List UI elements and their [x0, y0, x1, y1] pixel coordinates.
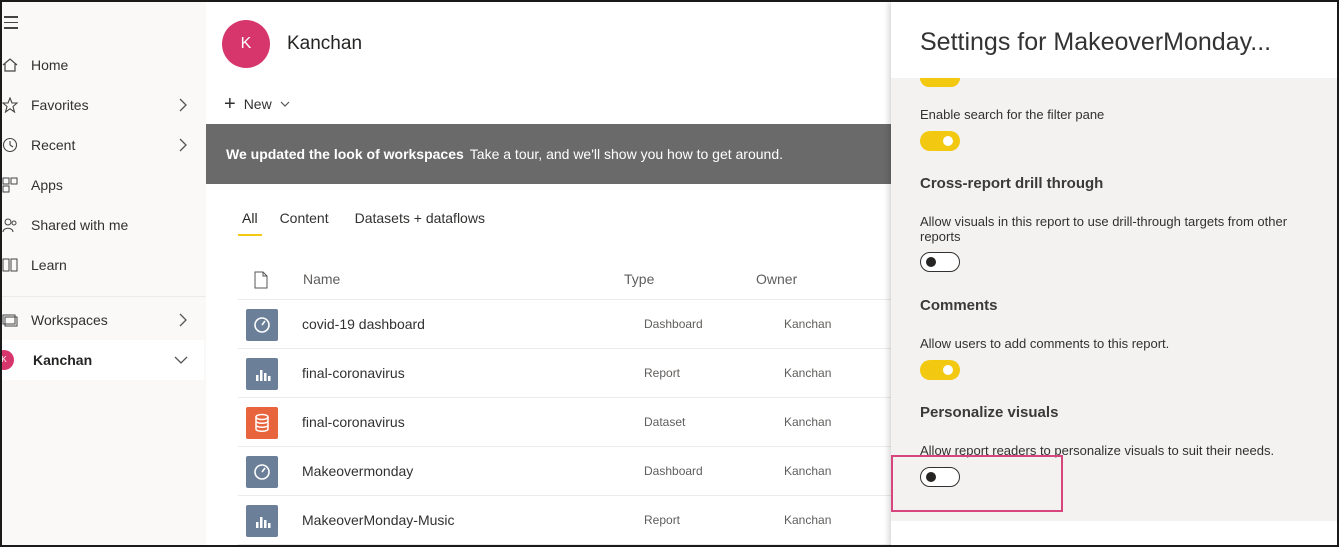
- table-row[interactable]: final-coronavirus Dataset Kanchan: [238, 398, 892, 447]
- avatar: K: [222, 20, 270, 68]
- item-type: Dataset: [644, 415, 686, 429]
- nav-item-label: Recent: [31, 137, 76, 153]
- avatar: K: [2, 350, 14, 370]
- chevron-right-icon[interactable]: [178, 97, 188, 113]
- settings-pane-header: Settings for MakeoverMonday...: [891, 2, 1337, 78]
- new-button-label: New: [243, 96, 272, 112]
- nav-item-label: Kanchan: [33, 352, 93, 368]
- nav-item-home[interactable]: Home: [2, 45, 204, 85]
- comments-toggle[interactable]: [920, 360, 960, 380]
- nav-item-recent[interactable]: Recent: [2, 125, 204, 165]
- item-owner: Kanchan: [784, 415, 832, 429]
- table-row[interactable]: final-coronavirus Report Kanchan: [238, 349, 892, 398]
- chevron-down-icon[interactable]: [174, 352, 188, 368]
- cross-report-heading: Cross-report drill through: [920, 175, 1104, 192]
- report-icon: [246, 358, 278, 390]
- tab-all[interactable]: All: [238, 210, 262, 236]
- settings-pane-footer: [891, 521, 1337, 545]
- item-type: Report: [644, 366, 681, 380]
- nav-item-current-workspace[interactable]: K Kanchan: [2, 340, 204, 380]
- nav-item-label: Home: [31, 57, 69, 73]
- dataset-icon: [246, 407, 278, 439]
- column-header-type[interactable]: Type: [624, 271, 654, 287]
- hamburger-menu-icon[interactable]: [4, 16, 18, 33]
- apps-icon: [2, 177, 18, 193]
- left-navigation: Home Favorites Recent Apps Shared with m…: [2, 2, 206, 545]
- item-type: Dashboard: [644, 317, 703, 331]
- comments-description: Allow users to add comments to this repo…: [920, 336, 1170, 351]
- nav-item-label: Favorites: [31, 97, 89, 113]
- column-header-owner[interactable]: Owner: [756, 271, 797, 287]
- item-owner: Kanchan: [784, 317, 832, 331]
- dashboard-icon: [246, 456, 278, 488]
- new-button[interactable]: + New: [224, 94, 290, 114]
- item-name-link[interactable]: Makeovermonday: [302, 463, 413, 479]
- tab-datasets-dataflows[interactable]: Datasets + dataflows: [355, 210, 485, 236]
- workspace-update-banner[interactable]: We updated the look of workspaces Take a…: [206, 124, 892, 184]
- item-name-link[interactable]: covid-19 dashboard: [302, 316, 425, 332]
- file-type-icon: [254, 271, 268, 289]
- nav-item-label: Learn: [31, 257, 67, 273]
- toggle-knob: [943, 136, 953, 146]
- workspace-content: K Kanchan + New We updated the look of w…: [206, 2, 892, 545]
- shared-icon: [2, 218, 17, 233]
- plus-icon: +: [224, 93, 236, 115]
- nav-item-workspaces[interactable]: Workspaces: [2, 300, 204, 340]
- report-icon: [246, 505, 278, 537]
- item-owner: Kanchan: [784, 513, 832, 527]
- settings-pane-title: Settings for MakeoverMonday...: [920, 28, 1272, 56]
- filter-search-toggle[interactable]: [920, 131, 960, 151]
- filter-search-description: Enable search for the filter pane: [920, 107, 1105, 122]
- book-icon: [2, 258, 18, 272]
- nav-item-label: Shared with me: [31, 217, 129, 233]
- banner-bold-text: We updated the look of workspaces: [226, 146, 464, 162]
- nav-item-label: Apps: [31, 177, 63, 193]
- highlight-annotation-box: [891, 455, 1063, 512]
- cross-report-toggle[interactable]: [920, 252, 960, 272]
- table-row[interactable]: Makeovermonday Dashboard Kanchan: [238, 447, 892, 496]
- chevron-right-icon[interactable]: [178, 312, 188, 328]
- cross-report-description: Allow visuals in this report to use dril…: [920, 214, 1288, 244]
- star-icon: [2, 97, 18, 113]
- toggle-knob: [943, 365, 953, 375]
- table-header: Name Type Owner: [238, 262, 892, 300]
- column-header-name[interactable]: Name: [303, 271, 340, 287]
- previous-setting-toggle[interactable]: [920, 78, 960, 87]
- app-window: Home Favorites Recent Apps Shared with m…: [0, 0, 1339, 547]
- item-name-link[interactable]: MakeoverMonday-Music: [302, 512, 455, 528]
- home-icon: [2, 58, 18, 72]
- clock-icon: [2, 137, 18, 153]
- banner-text: Take a tour, and we'll show you how to g…: [469, 146, 783, 162]
- item-owner: Kanchan: [784, 464, 832, 478]
- nav-divider: [2, 296, 206, 297]
- table-row[interactable]: covid-19 dashboard Dashboard Kanchan: [238, 300, 892, 349]
- comments-heading: Comments: [920, 297, 998, 314]
- toggle-knob: [926, 257, 936, 267]
- item-type: Report: [644, 513, 681, 527]
- tab-content[interactable]: Content: [280, 210, 329, 236]
- item-type: Dashboard: [644, 464, 703, 478]
- table-row[interactable]: MakeoverMonday-Music Report Kanchan: [238, 496, 892, 545]
- item-name-link[interactable]: final-coronavirus: [302, 365, 405, 381]
- dashboard-icon: [246, 309, 278, 341]
- chevron-down-icon: [280, 101, 290, 107]
- nav-item-label: Workspaces: [31, 312, 108, 328]
- nav-item-favorites[interactable]: Favorites: [2, 85, 204, 125]
- page-title: Kanchan: [287, 33, 363, 54]
- personalize-visuals-heading: Personalize visuals: [920, 404, 1059, 421]
- chevron-right-icon[interactable]: [178, 137, 188, 153]
- content-tabs: All Content Datasets + dataflows: [238, 210, 511, 236]
- workspaces-icon: [2, 314, 18, 327]
- item-name-link[interactable]: final-coronavirus: [302, 414, 405, 430]
- nav-item-shared-with-me[interactable]: Shared with me: [2, 205, 204, 245]
- nav-item-apps[interactable]: Apps: [2, 165, 204, 205]
- nav-item-learn[interactable]: Learn: [2, 245, 204, 285]
- item-owner: Kanchan: [784, 366, 832, 380]
